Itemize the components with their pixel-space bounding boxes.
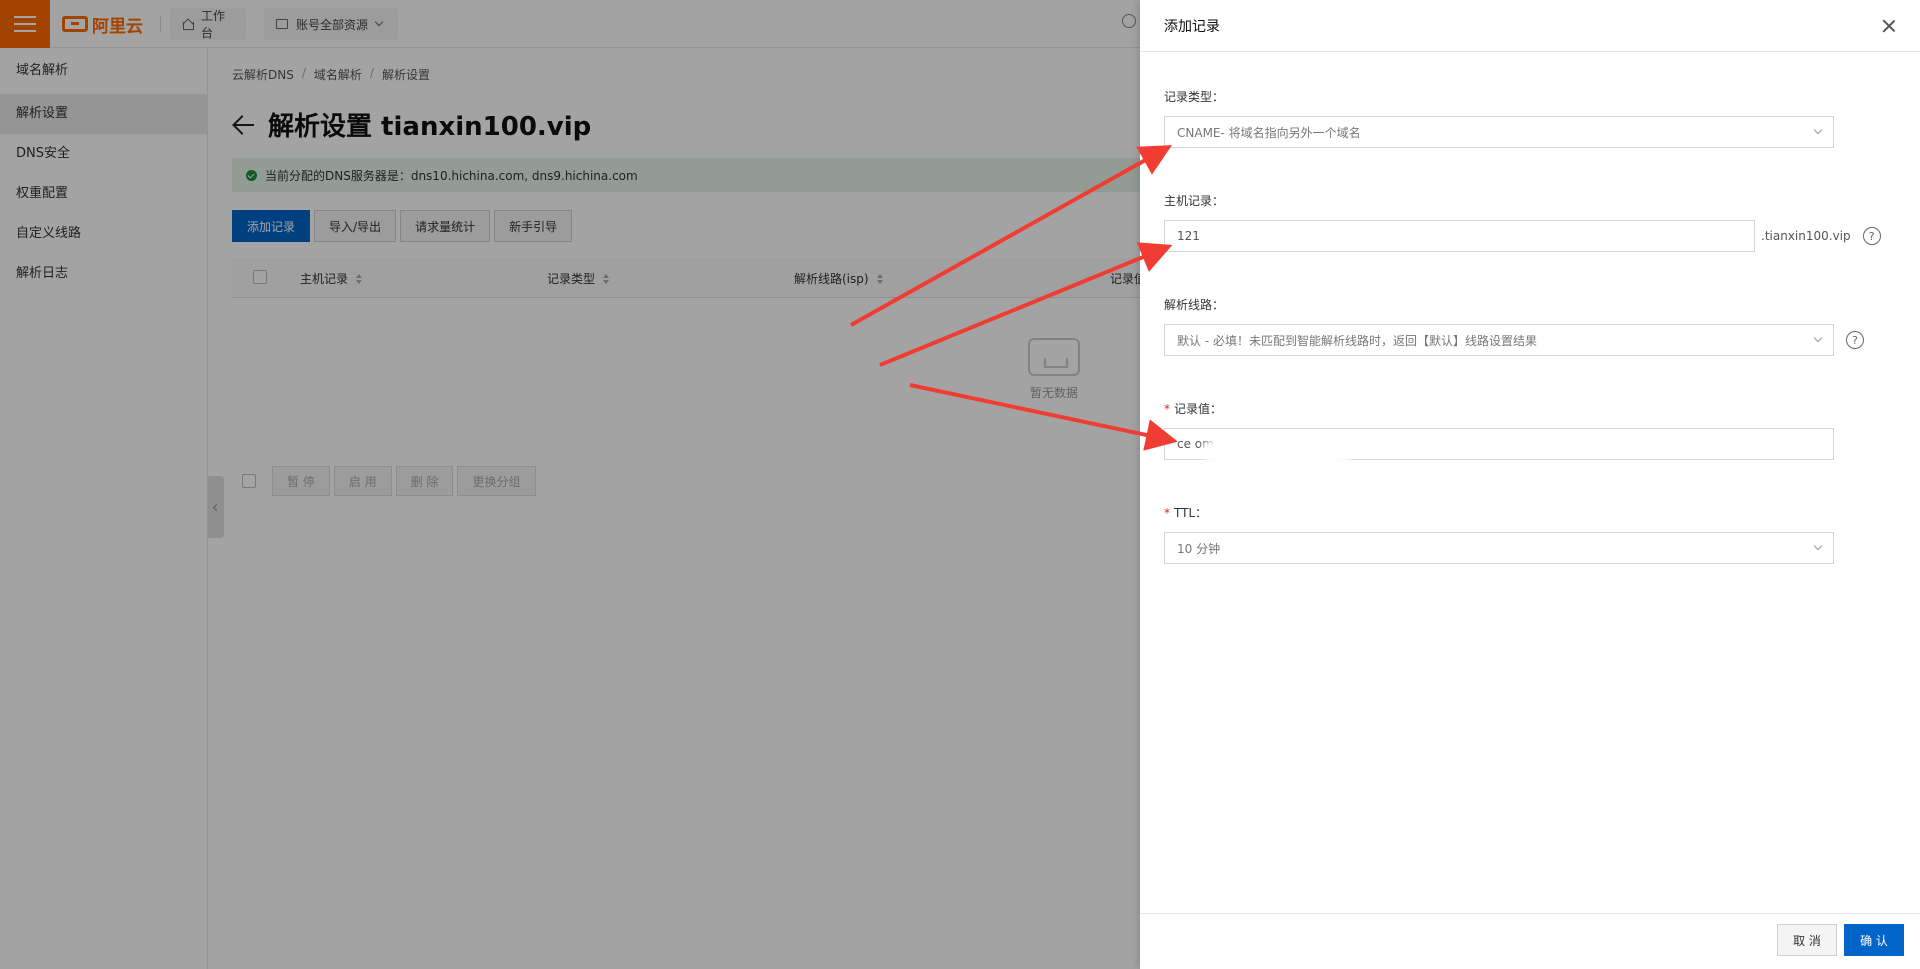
record-type-select[interactable]: CNAME- 将域名指向另外一个域名 <box>1164 116 1834 148</box>
domain-suffix: .tianxin100.vip <box>1761 229 1851 243</box>
modal-overlay[interactable] <box>0 0 1140 969</box>
host-record-label: 主机记录： <box>1164 194 1225 208</box>
host-record-input[interactable]: 121 <box>1164 220 1755 252</box>
record-value-label: * 记录值： <box>1164 400 1904 416</box>
redaction-blur <box>1201 441 1353 463</box>
ttl-select[interactable]: 10 分钟 <box>1164 532 1834 564</box>
resolution-line-select[interactable]: 默认 - 必填！未匹配到智能解析线路时，返回【默认】线路设置结果 <box>1164 324 1834 356</box>
resolution-line-field: 解析线路： 默认 - 必填！未匹配到智能解析线路时，返回【默认】线路设置结果 ? <box>1164 296 1904 356</box>
chevron-down-icon <box>1813 541 1823 551</box>
required-mark: * <box>1164 506 1170 520</box>
ttl-label-text: TTL： <box>1174 506 1208 520</box>
resolution-line-label: 解析线路： <box>1164 298 1225 312</box>
drawer-title: 添加记录 <box>1164 18 1220 35</box>
drawer-footer: 取 消 确 认 <box>1140 913 1920 969</box>
required-mark: * <box>1164 402 1170 416</box>
record-type-field: 记录类型： CNAME- 将域名指向另外一个域名 <box>1164 88 1904 148</box>
chevron-down-icon <box>1813 333 1823 343</box>
record-type-label: 记录类型： <box>1164 90 1225 104</box>
add-record-drawer: 添加记录 记录类型： CNAME- 将域名指向另外一个域名 主机记录： 121 … <box>1140 0 1920 969</box>
cancel-button[interactable]: 取 消 <box>1777 924 1837 956</box>
record-type-value: CNAME- 将域名指向另外一个域名 <box>1177 125 1361 140</box>
ttl-field: * TTL： 10 分钟 <box>1164 504 1904 564</box>
close-icon[interactable] <box>1882 19 1896 33</box>
ttl-label: * TTL： <box>1164 504 1904 520</box>
ttl-value: 10 分钟 <box>1177 541 1221 556</box>
record-value-label-text: 记录值： <box>1174 402 1223 416</box>
chevron-down-icon <box>1813 125 1823 135</box>
drawer-header: 添加记录 <box>1140 0 1920 52</box>
resolution-line-value: 默认 - 必填！未匹配到智能解析线路时，返回【默认】线路设置结果 <box>1177 333 1537 348</box>
help-icon[interactable]: ? <box>1862 227 1881 245</box>
help-icon[interactable]: ? <box>1846 331 1864 349</box>
host-record-field: 主机记录： 121 .tianxin100.vip ? <box>1164 192 1904 252</box>
confirm-button[interactable]: 确 认 <box>1844 924 1904 956</box>
